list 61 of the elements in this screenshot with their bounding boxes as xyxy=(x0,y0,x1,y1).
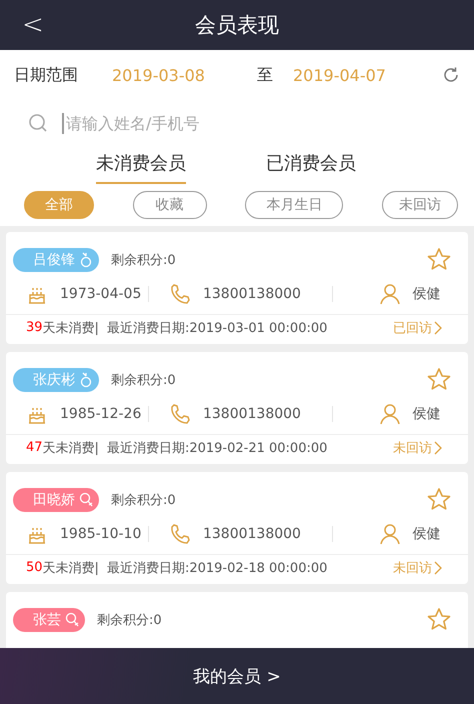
date-separator: 至 xyxy=(256,64,273,86)
member-card[interactable]: 张芸 剩余积分:0 xyxy=(6,592,468,648)
my-members-button[interactable]: 我的会员 > xyxy=(0,648,474,704)
filter-chip[interactable]: 收藏 xyxy=(132,191,207,219)
member-name-tag: 张芸 xyxy=(13,608,85,632)
points-text: 剩余积分:0 xyxy=(111,492,177,509)
person-icon xyxy=(378,283,401,305)
chevron-right-icon xyxy=(434,320,442,334)
filter-chip[interactable]: 全部 xyxy=(24,191,94,219)
member-name-tag: 田晓娇 xyxy=(13,488,99,512)
days-label: 天未消费| xyxy=(42,440,99,456)
days-count: 39 xyxy=(26,320,43,335)
last-purchase-date: 最近消费日期:2019-02-18 00:00:00 xyxy=(106,560,328,576)
visit-status-link[interactable]: 未回访 xyxy=(393,438,442,456)
page-title: 会员表现 xyxy=(195,12,279,39)
days-count: 47 xyxy=(26,440,43,455)
tab[interactable]: 已消费会员 xyxy=(266,146,356,184)
days-label: 天未消费| xyxy=(42,320,99,336)
start-date[interactable]: 2019-03-08 xyxy=(112,66,205,84)
female-symbol-icon xyxy=(65,612,79,628)
points-text: 剩余积分:0 xyxy=(97,612,163,629)
male-symbol-icon xyxy=(79,372,93,388)
date-range-label: 日期范围 xyxy=(14,64,78,86)
member-card[interactable]: 吕俊锋 剩余积分:0 1973-04-05 13800138000 侯健 39天未消费| 最近消费日期:2019-03-01 00:00:00 已回访 xyxy=(6,232,468,344)
last-purchase-date: 最近消费日期:2019-03-01 00:00:00 xyxy=(106,320,328,336)
person-icon xyxy=(378,403,401,425)
phone-text: 13800138000 xyxy=(202,286,301,302)
filter-chip[interactable]: 本月生日 xyxy=(245,191,344,219)
member-name-tag: 吕俊锋 xyxy=(13,248,99,272)
phone-icon xyxy=(168,523,191,545)
staff-name: 侯健 xyxy=(412,525,441,543)
phone-icon xyxy=(168,283,191,305)
chevron-right-icon xyxy=(434,560,442,574)
back-button[interactable]: < xyxy=(16,8,50,42)
visit-status-link[interactable]: 未回访 xyxy=(393,558,442,576)
search-icon xyxy=(28,113,48,133)
birthday-text: 1973-04-05 xyxy=(60,286,142,302)
last-purchase-date: 最近消费日期:2019-02-21 00:00:00 xyxy=(106,440,328,456)
phone-icon xyxy=(168,403,191,425)
female-symbol-icon xyxy=(79,492,93,508)
chevron-right-icon xyxy=(434,440,442,454)
visit-status-link[interactable]: 已回访 xyxy=(393,318,442,336)
days-count: 50 xyxy=(26,560,43,575)
points-text: 剩余积分:0 xyxy=(111,372,177,389)
filter-chip[interactable]: 未回访 xyxy=(382,191,458,219)
days-label: 天未消费| xyxy=(42,560,99,576)
end-date[interactable]: 2019-04-07 xyxy=(292,66,386,84)
staff-name: 侯健 xyxy=(412,285,441,303)
member-card[interactable]: 张庆彬 剩余积分:0 1985-12-26 13800138000 侯健 47天未消费| 最近消费日期:2019-02-21 00:00:00 未回访 xyxy=(6,352,468,464)
member-card[interactable]: 田晓娇 剩余积分:0 1985-10-10 13800138000 侯健 50天未消费| 最近消费日期:2019-02-18 00:00:00 未回访 xyxy=(6,472,468,584)
male-symbol-icon xyxy=(79,252,93,268)
phone-text: 13800138000 xyxy=(202,406,301,422)
tab[interactable]: 未消费会员 xyxy=(96,146,186,184)
person-icon xyxy=(378,523,401,545)
staff-name: 侯健 xyxy=(412,405,441,423)
points-text: 剩余积分:0 xyxy=(111,252,177,269)
refresh-icon[interactable] xyxy=(442,66,460,84)
member-name-tag: 张庆彬 xyxy=(13,368,99,392)
phone-text: 13800138000 xyxy=(202,526,301,542)
birthday-text: 1985-10-10 xyxy=(60,526,142,542)
birthday-text: 1985-12-26 xyxy=(60,406,142,422)
